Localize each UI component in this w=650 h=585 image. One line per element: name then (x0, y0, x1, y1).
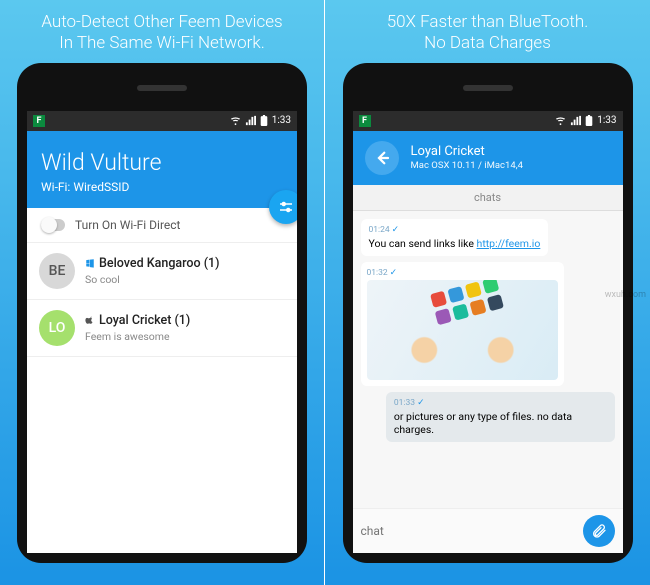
promo-panel-left: Auto-Detect Other Feem DevicesIn The Sam… (0, 0, 324, 585)
paperclip-icon (591, 523, 607, 539)
sliders-icon (277, 198, 295, 216)
promo-panel-right: 50X Faster than BlueTooth.No Data Charge… (325, 0, 650, 585)
watermark: wxuh.com (605, 290, 646, 300)
device-row[interactable]: LO Loyal Cricket (1) Feem is awesome (27, 300, 297, 357)
phone-speaker (463, 85, 513, 91)
chat-body: 01:24✓ You can send links like http://fe… (353, 211, 623, 508)
app-badge-icon: F (33, 115, 45, 127)
chat-input[interactable] (361, 524, 575, 538)
chat-peer-name: Loyal Cricket (411, 144, 523, 159)
clock: 1:33 (597, 115, 616, 126)
check-icon: ✓ (417, 398, 425, 408)
status-bar: F 1:33 (27, 111, 297, 131)
wifi-icon (555, 115, 566, 126)
device-row[interactable]: BE Beloved Kangaroo (1) So cool (27, 243, 297, 300)
back-button[interactable] (365, 141, 399, 175)
message-timestamp: 01:24✓ (369, 225, 541, 235)
message-image[interactable]: 01:32✓ (361, 262, 564, 386)
app-bar: Wild Vulture Wi-Fi: WiredSSID (27, 131, 297, 208)
windows-icon (85, 258, 95, 268)
tab-chats[interactable]: chats (353, 185, 623, 211)
app-icons-collage (430, 280, 504, 325)
wifi-direct-toggle-row[interactable]: Turn On Wi-Fi Direct (27, 208, 297, 243)
phone-frame-right: F 1:33 Loyal Cricket Mac OSX 10.11 / iMa… (343, 63, 633, 563)
wifi-ssid-label: Wi-Fi: WiredSSID (41, 180, 283, 194)
battery-icon (260, 115, 268, 126)
clock: 1:33 (272, 115, 291, 126)
app-badge-icon: F (359, 115, 371, 127)
check-icon: ✓ (390, 268, 398, 278)
arrow-left-icon (373, 149, 391, 167)
status-bar: F 1:33 (353, 111, 623, 131)
settings-fab[interactable] (269, 190, 297, 224)
link[interactable]: http://feem.io (477, 237, 541, 250)
message-outgoing[interactable]: 01:33✓ or pictures or any type of files.… (386, 392, 615, 442)
apple-icon (85, 315, 95, 325)
device-name-title: Wild Vulture (41, 149, 283, 176)
avatar: LO (39, 310, 75, 346)
avatar: BE (39, 253, 75, 289)
screen-left: F 1:33 Wild Vulture Wi-Fi: WiredSSID Tur (27, 111, 297, 553)
wifi-icon (230, 115, 241, 126)
battery-icon (585, 115, 593, 126)
wifi-direct-label: Turn On Wi-Fi Direct (75, 218, 180, 232)
device-subtitle: Feem is awesome (85, 330, 285, 343)
image-attachment[interactable] (367, 280, 558, 380)
toggle-off-icon[interactable] (41, 219, 65, 231)
check-icon: ✓ (392, 225, 400, 235)
device-subtitle: So cool (85, 273, 285, 286)
attach-button[interactable] (583, 515, 615, 547)
caption-right: 50X Faster than BlueTooth.No Data Charge… (377, 0, 599, 63)
phone-frame-left: F 1:33 Wild Vulture Wi-Fi: WiredSSID Tur (17, 63, 307, 563)
chat-app-bar: Loyal Cricket Mac OSX 10.11 / iMac14,4 (353, 131, 623, 185)
phone-speaker (137, 85, 187, 91)
message-incoming[interactable]: 01:24✓ You can send links like http://fe… (361, 219, 549, 256)
signal-icon (245, 115, 256, 126)
chat-input-bar (353, 508, 623, 553)
caption-left: Auto-Detect Other Feem DevicesIn The Sam… (31, 0, 292, 63)
message-timestamp: 01:32✓ (367, 268, 558, 278)
message-timestamp: 01:33✓ (394, 398, 607, 408)
chat-peer-device: Mac OSX 10.11 / iMac14,4 (411, 160, 523, 171)
signal-icon (570, 115, 581, 126)
screen-right: F 1:33 Loyal Cricket Mac OSX 10.11 / iMa… (353, 111, 623, 553)
